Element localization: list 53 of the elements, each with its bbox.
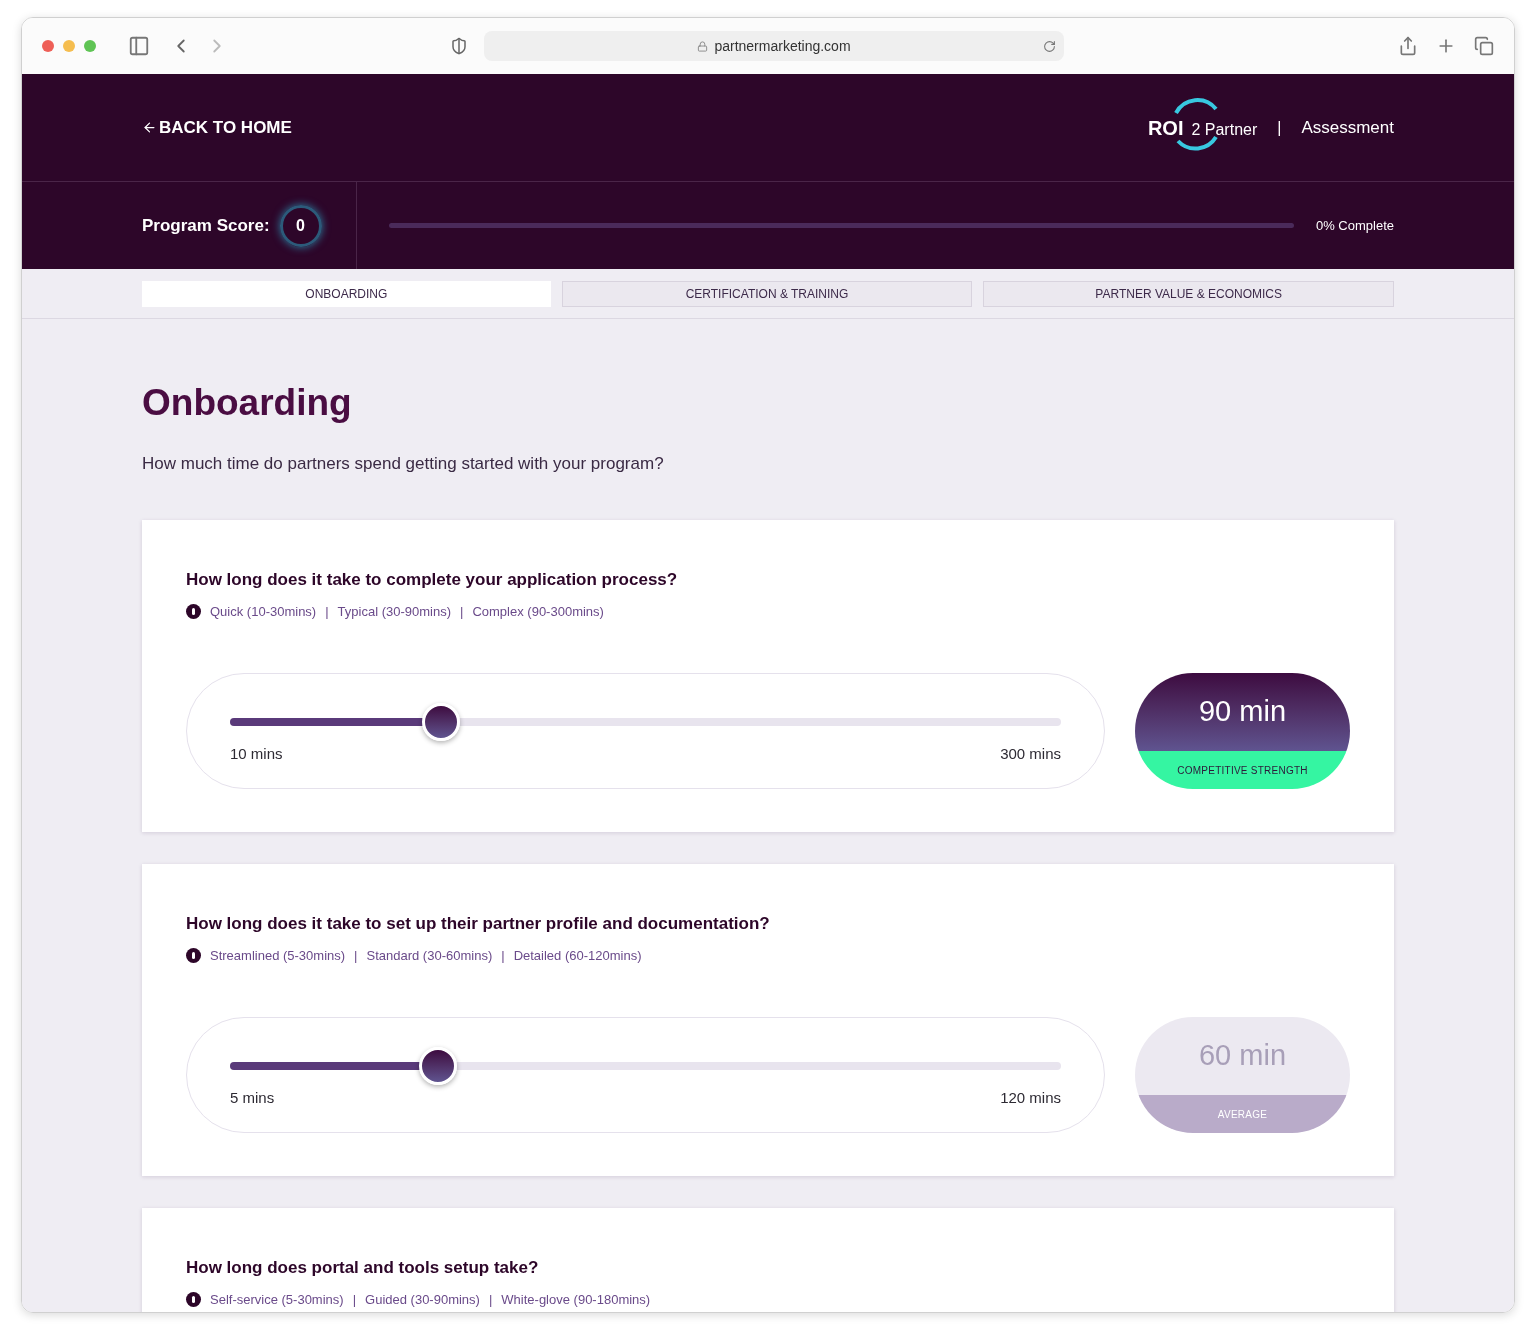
hint-text: Typical (30-90mins): [337, 602, 452, 621]
slider-thumb[interactable]: [418, 1047, 457, 1085]
slider[interactable]: [230, 1047, 1061, 1085]
question-text: How long does it take to set up their partner profile and documentation?: [186, 913, 771, 935]
slider-min-label: 5 mins: [230, 1088, 275, 1108]
score-value: 0: [279, 204, 322, 247]
page-subtitle: How much time do partners spend getting started with your program?: [142, 452, 665, 475]
logo-subtext: 2 Partner: [1191, 119, 1258, 140]
hint-text: Quick (10-30mins): [210, 602, 317, 621]
hint-text: Complex (90-300mins): [472, 602, 604, 621]
section-tab[interactable]: ONBOARDING: [142, 280, 551, 307]
question-text: How long does portal and tools setup take?: [186, 1257, 540, 1279]
hint-separator: |: [488, 1290, 493, 1309]
hint-text: White-glove (90-180mins): [501, 1290, 651, 1309]
shield-icon[interactable]: [450, 37, 468, 55]
slider-thumb[interactable]: [422, 703, 461, 741]
section-tab[interactable]: CERTIFICATION & TRAINING: [561, 280, 973, 307]
hint-separator: |: [325, 602, 329, 621]
section-tab[interactable]: PARTNER VALUE & ECONOMICS: [983, 280, 1394, 307]
back-link[interactable]: BACK TO HOME: [142, 114, 292, 141]
info-icon: [186, 947, 201, 963]
tabs-overview-icon[interactable]: [1474, 36, 1494, 56]
hint-text: Self-service (5-30mins): [210, 1290, 344, 1309]
close-window-icon[interactable]: [42, 40, 54, 52]
hint-text: Standard (30-60mins): [366, 946, 493, 965]
hint-separator: |: [501, 946, 505, 965]
share-icon[interactable]: [1398, 36, 1418, 56]
hint-text: Detailed (60-120mins): [513, 946, 642, 965]
slider-max-label: 300 mins: [1000, 744, 1061, 764]
score-label: Program Score:: [142, 214, 270, 237]
slider-min-label: 10 mins: [230, 744, 283, 764]
lock-icon: [697, 40, 709, 52]
info-icon: [186, 603, 201, 619]
sidebar-icon[interactable]: [128, 35, 150, 57]
page-title: Onboarding: [142, 381, 353, 425]
hint-text: Guided (30-90mins): [365, 1290, 480, 1309]
result-value: 60 min: [1135, 1017, 1350, 1095]
result-value: 90 min: [1135, 673, 1350, 751]
slider[interactable]: [230, 703, 1061, 741]
hint-text: Streamlined (5-30mins): [210, 946, 346, 965]
hint-separator: |: [460, 602, 464, 621]
url-text: partnermarketing.com: [714, 36, 851, 56]
hint-separator: |: [354, 946, 358, 965]
progress-reading: 0% Complete: [1315, 216, 1394, 235]
header-separator: |: [1277, 117, 1282, 138]
section-title: Assessment: [1301, 116, 1394, 139]
reload-icon[interactable]: [1043, 39, 1056, 53]
hint-separator: |: [352, 1290, 357, 1309]
question-text: How long does it take to complete your application process?: [186, 569, 679, 591]
address-bar[interactable]: partnermarketing.com: [484, 31, 1064, 61]
info-icon: [186, 1291, 201, 1307]
slider-max-label: 120 mins: [1000, 1088, 1061, 1108]
logo-text: ROI: [1147, 115, 1184, 141]
